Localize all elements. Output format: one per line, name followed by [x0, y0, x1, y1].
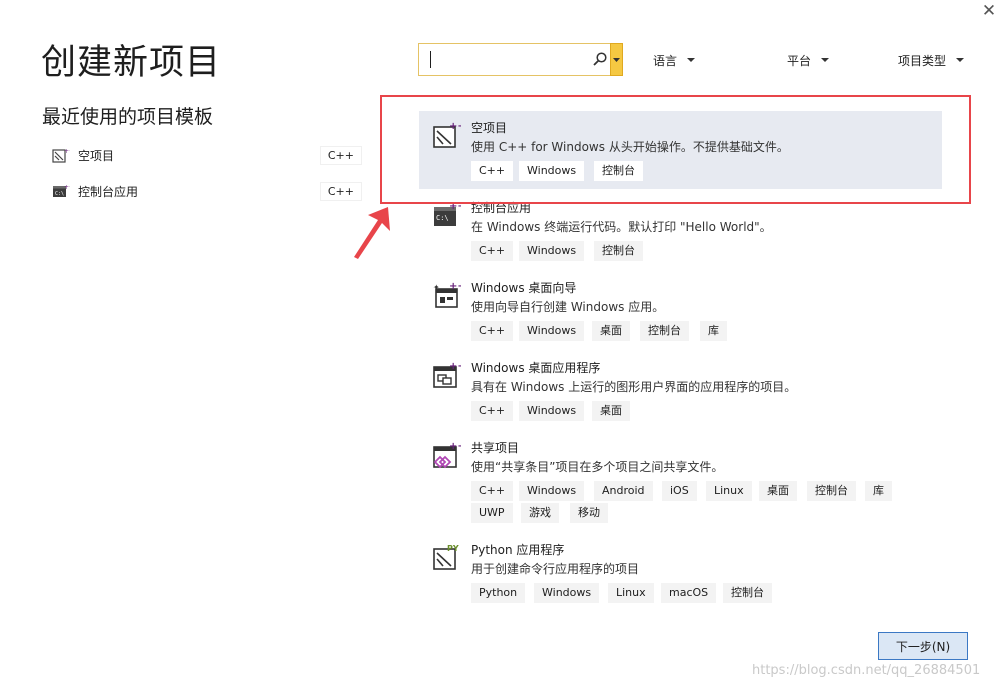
- search-input[interactable]: [419, 44, 589, 75]
- template-shared-project[interactable]: ++ 共享项目 使用“共享条目”项目在多个项目之间共享文件。 C++ Windo…: [419, 431, 942, 531]
- tag: Windows: [519, 481, 585, 501]
- tag: 控制台: [640, 321, 689, 341]
- tag: 库: [865, 481, 892, 501]
- recent-item-tag: C++: [319, 182, 362, 201]
- tag: macOS: [661, 583, 717, 603]
- template-title: Windows 桌面向导: [471, 281, 577, 295]
- svg-text:PY: PY: [447, 544, 459, 553]
- tag: 控制台: [723, 583, 772, 603]
- tag: 移动: [570, 503, 608, 523]
- svg-text:++: ++: [64, 184, 70, 191]
- template-console-app[interactable]: C:\ ++ 控制台应用 在 Windows 终端运行代码。默认打印 "Hell…: [419, 191, 942, 269]
- project-type-filter-label: 项目类型: [898, 53, 947, 68]
- desktop-app-icon: ++: [433, 361, 461, 388]
- tag: 桌面: [759, 481, 797, 501]
- template-title: 控制台应用: [471, 201, 532, 215]
- tag: 桌面: [592, 321, 630, 341]
- text-cursor: [430, 51, 431, 68]
- template-description: 用于创建命令行应用程序的项目: [471, 562, 640, 576]
- tag: 游戏: [521, 503, 559, 523]
- tag: Python: [471, 583, 526, 603]
- recent-item-tag: C++: [319, 146, 362, 165]
- shared-project-icon: ++: [433, 441, 461, 469]
- console-app-icon: C:\ ++: [53, 184, 70, 197]
- search-dropdown-button[interactable]: [610, 43, 623, 76]
- chevron-down-icon: [821, 58, 830, 62]
- chevron-down-icon: [956, 58, 965, 62]
- tag: Linux: [608, 583, 654, 603]
- close-icon: ✕: [981, 1, 997, 21]
- python-app-icon: PY: [433, 544, 459, 570]
- recent-item-label: 空项目: [78, 148, 115, 163]
- tag: C++: [471, 401, 514, 421]
- recent-templates-title: 最近使用的项目模板: [42, 106, 214, 128]
- page-title: 创建新项目: [41, 43, 222, 83]
- empty-project-icon: ++: [52, 148, 70, 163]
- template-description: 在 Windows 终端运行代码。默认打印 "Hello World"。: [471, 220, 772, 234]
- tag: C++: [471, 321, 514, 341]
- tag: UWP: [471, 503, 513, 523]
- template-description: 使用“共享条目”项目在多个项目之间共享文件。: [471, 460, 724, 474]
- svg-text:C:\: C:\: [55, 191, 64, 197]
- tag: Windows: [519, 161, 585, 181]
- chevron-down-icon: [687, 58, 696, 62]
- recent-item-label: 控制台应用: [78, 184, 139, 199]
- tag: iOS: [662, 481, 697, 501]
- tag: Windows: [534, 583, 600, 603]
- template-desktop-wizard[interactable]: ✦ ++ Windows 桌面向导 使用向导自行创建 Windows 应用。 C…: [419, 271, 942, 349]
- svg-text:++: ++: [449, 281, 461, 292]
- tag: C++: [471, 241, 514, 261]
- svg-text:✦: ✦: [433, 283, 440, 292]
- tag: Linux: [706, 481, 752, 501]
- template-description: 使用向导自行创建 Windows 应用。: [471, 300, 665, 314]
- watermark: https://blog.csdn.net/qq_26884501: [752, 663, 981, 678]
- tag: Android: [594, 481, 653, 501]
- recent-item-empty-project[interactable]: ++ 空项目 C++: [52, 142, 362, 168]
- empty-project-icon: ++: [433, 121, 461, 148]
- language-filter[interactable]: 语言: [653, 51, 696, 69]
- console-app-icon: C:\ ++: [434, 201, 461, 226]
- template-empty-project[interactable]: ++ 空项目 使用 C++ for Windows 从头开始操作。不提供基础文件…: [419, 111, 942, 189]
- tag: Windows: [519, 401, 585, 421]
- next-button[interactable]: 下一步(N): [878, 632, 968, 660]
- language-filter-label: 语言: [653, 53, 678, 68]
- search-icon[interactable]: [592, 51, 608, 67]
- template-description: 具有在 Windows 上运行的图形用户界面的应用程序的项目。: [471, 380, 797, 394]
- wizard-icon: ✦ ++: [433, 281, 461, 308]
- svg-text:C:\: C:\: [436, 214, 449, 222]
- svg-text:++: ++: [449, 441, 461, 452]
- tag: C++: [471, 161, 514, 181]
- annotation-arrow-icon: [354, 207, 390, 259]
- tag: C++: [471, 481, 514, 501]
- svg-text:++: ++: [449, 121, 461, 132]
- tag: 桌面: [592, 401, 630, 421]
- tag: Windows: [519, 241, 585, 261]
- template-desktop-application[interactable]: ++ Windows 桌面应用程序 具有在 Windows 上运行的图形用户界面…: [419, 351, 942, 429]
- svg-text:++: ++: [449, 201, 461, 212]
- svg-text:++: ++: [64, 148, 70, 155]
- svg-text:++: ++: [449, 361, 461, 372]
- platform-filter-label: 平台: [787, 53, 812, 68]
- template-title: 空项目: [471, 121, 508, 135]
- template-title: Windows 桌面应用程序: [471, 361, 601, 375]
- project-type-filter[interactable]: 项目类型: [898, 51, 965, 69]
- close-button[interactable]: ✕: [978, 0, 1000, 22]
- chevron-down-icon: [613, 57, 620, 62]
- template-title: Python 应用程序: [471, 543, 565, 557]
- template-title: 共享项目: [471, 441, 520, 455]
- template-python-application[interactable]: PY Python 应用程序 用于创建命令行应用程序的项目 Python Win…: [419, 533, 942, 611]
- tag: 控制台: [807, 481, 856, 501]
- tag: 控制台: [594, 161, 643, 181]
- tag: 控制台: [594, 241, 643, 261]
- tag: 库: [700, 321, 727, 341]
- recent-item-console-app[interactable]: C:\ ++ 控制台应用 C++: [52, 178, 362, 204]
- tag: Windows: [519, 321, 585, 341]
- template-description: 使用 C++ for Windows 从头开始操作。不提供基础文件。: [471, 140, 789, 154]
- platform-filter[interactable]: 平台: [787, 51, 830, 69]
